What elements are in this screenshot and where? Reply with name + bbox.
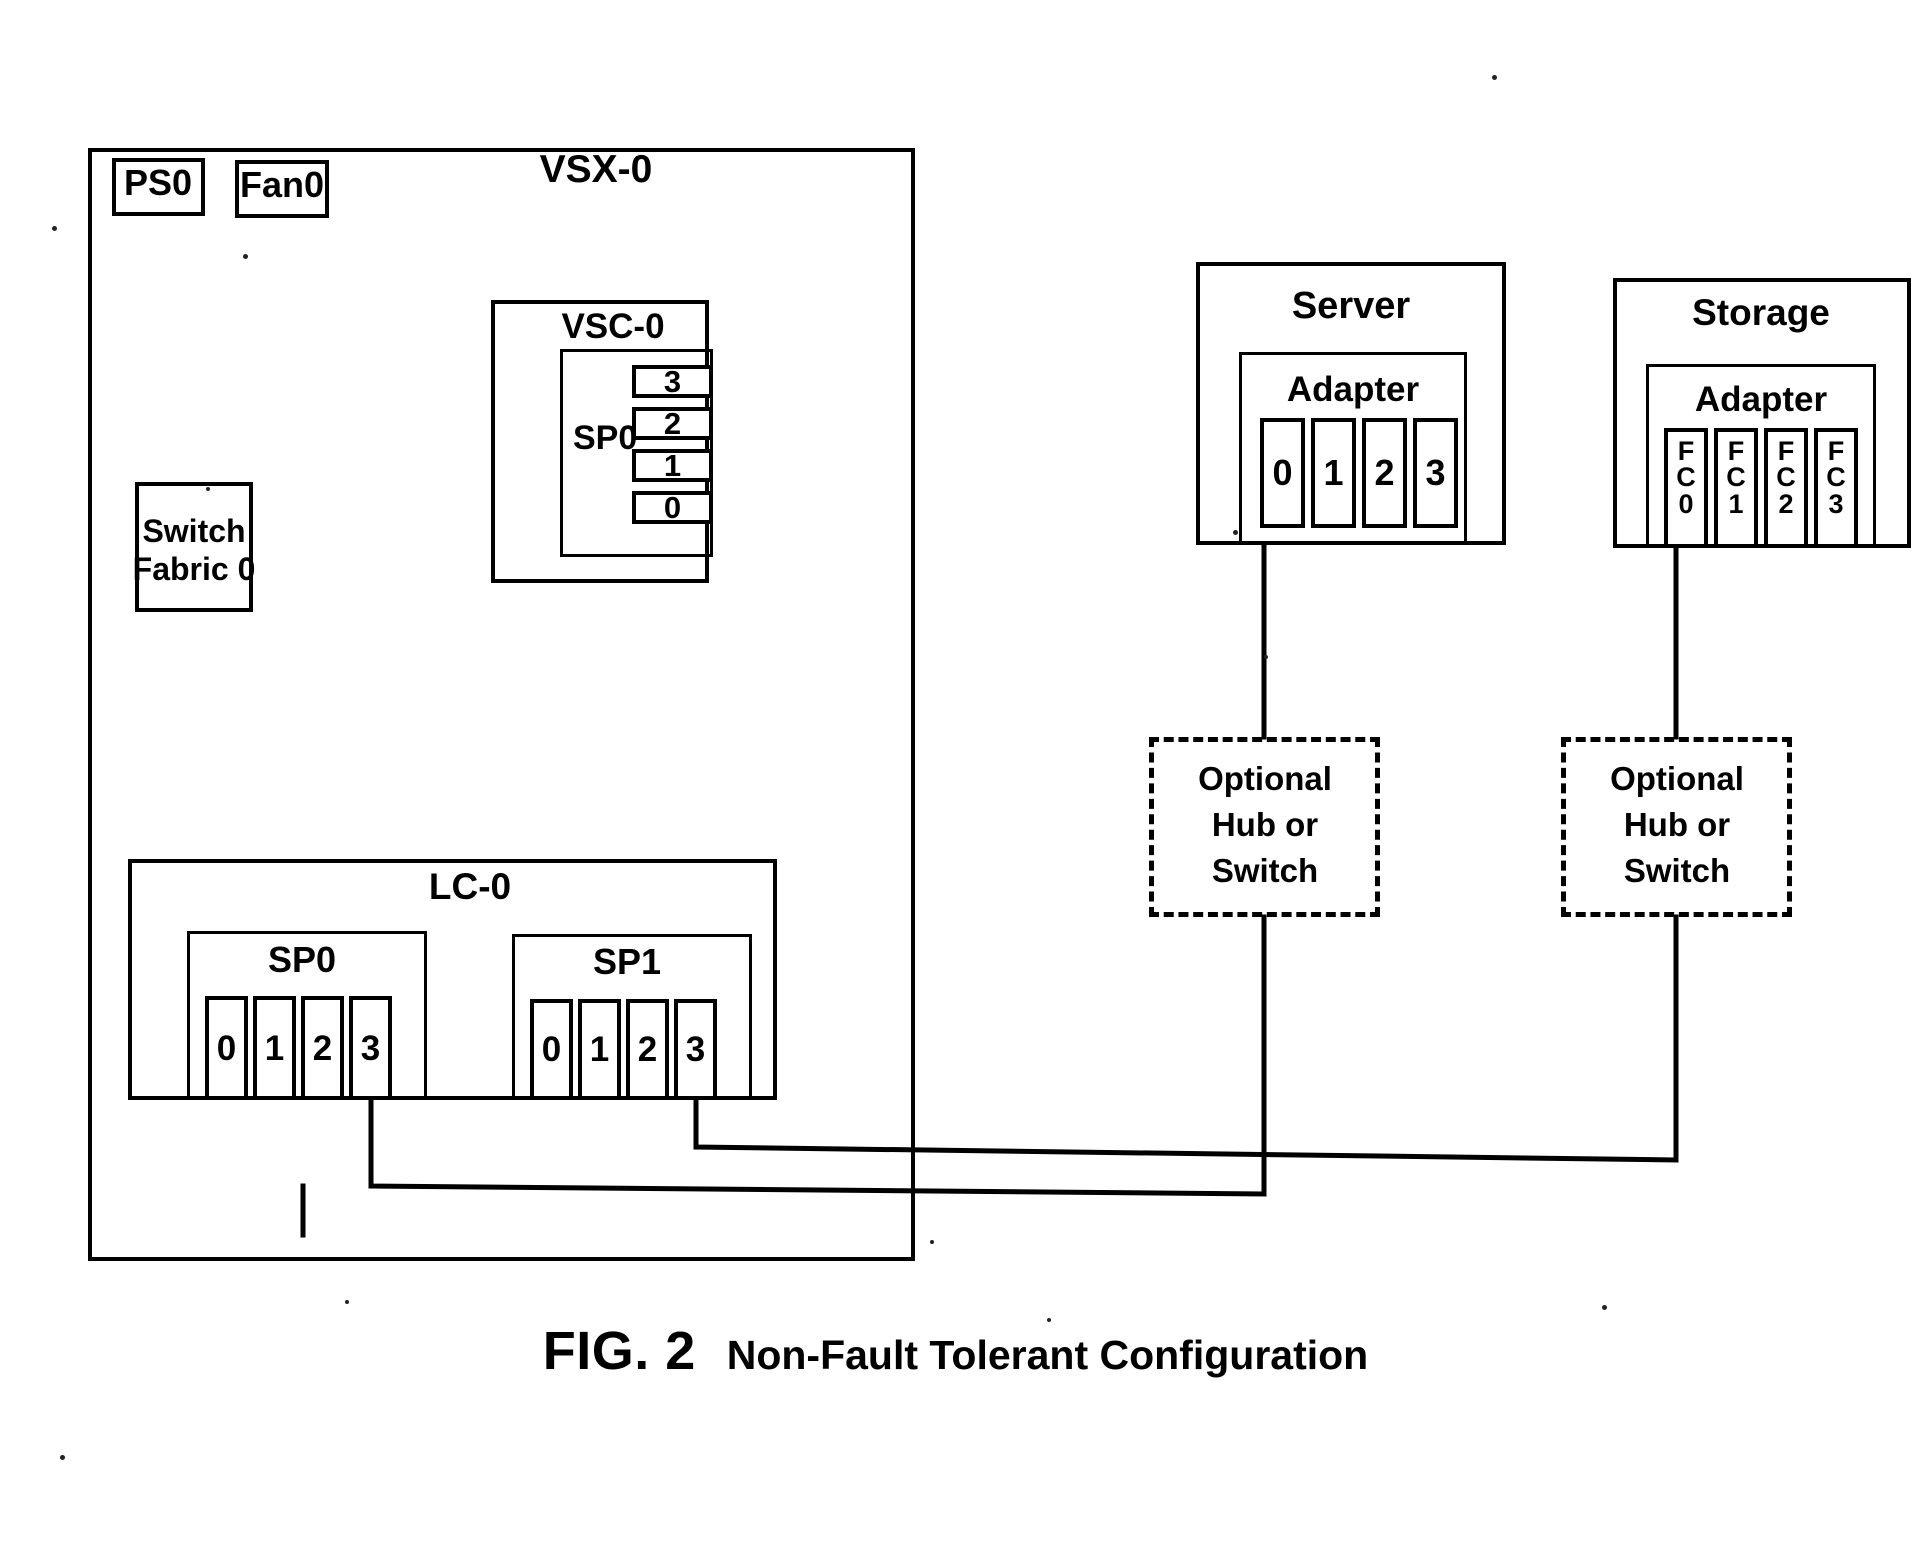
lc-sp1-label: SP1 — [592, 941, 662, 982]
vsc-sp0-port-label: 3 — [663, 364, 682, 399]
storage-adapter-port[interactable]: F C 3 — [1814, 428, 1858, 548]
lc-sp0-port-label: 0 — [216, 1028, 237, 1068]
storage-adapter-port[interactable]: F C 0 — [1664, 428, 1708, 548]
lc-sp1-port-label: 3 — [685, 1030, 706, 1069]
storage-adapter-port-line: F — [1777, 436, 1795, 466]
fan-label: Fan0 — [239, 164, 325, 205]
lc-sp1-port-label: 1 — [589, 1030, 610, 1069]
storage-adapter-label: Adapter — [1694, 380, 1828, 419]
storage-adapter-port-line: C — [1776, 462, 1796, 493]
server-adapter-port[interactable]: 0 — [1260, 418, 1305, 528]
lc-sp0-port-label: 2 — [312, 1028, 333, 1068]
lc-sp1-port-label: 2 — [637, 1030, 658, 1069]
server-adapter-label: Adapter — [1286, 370, 1420, 409]
storage-adapter-port[interactable]: F C 2 — [1764, 428, 1808, 548]
optional-hub-label-line2: Hub or — [1211, 806, 1319, 843]
lc-sp0-label: SP0 — [267, 939, 337, 980]
scan-speck — [243, 254, 248, 259]
storage-adapter-port[interactable]: F C 1 — [1714, 428, 1758, 548]
optional-hub-label-line2: Hub or — [1623, 806, 1731, 843]
lc-sp0-port[interactable]: 1 — [253, 996, 296, 1100]
power-supply-label: PS0 — [123, 162, 193, 203]
scan-speck — [345, 1300, 349, 1304]
switch-fabric-label-line1: Switch — [142, 513, 246, 549]
lc-label: LC-0 — [428, 866, 512, 907]
scan-speck — [930, 1240, 934, 1244]
storage-adapter-port-line: 1 — [1728, 488, 1744, 519]
figure-canvas: VSX-0 PS0 Fan0 Switch Fabric 0 VSC-0 SP0… — [0, 0, 1911, 1543]
storage-label: Storage — [1692, 292, 1830, 333]
scan-speck — [1492, 75, 1497, 80]
optional-hub-label-line3: Switch — [1623, 852, 1731, 889]
storage-adapter-port-line: C — [1826, 462, 1846, 493]
vsc-sp0-port[interactable]: 2 — [632, 407, 713, 440]
server-adapter-port[interactable]: 2 — [1362, 418, 1407, 528]
lc-sp1-port[interactable]: 1 — [578, 999, 621, 1100]
server-adapter-port[interactable]: 3 — [1413, 418, 1458, 528]
scan-speck — [206, 487, 210, 491]
server-adapter-port-label: 0 — [1272, 452, 1293, 493]
optional-hub-label-line1: Optional — [1610, 760, 1744, 797]
storage-adapter-port-line: 0 — [1678, 488, 1694, 519]
server-label: Server — [1291, 285, 1411, 327]
server-adapter-port[interactable]: 1 — [1311, 418, 1356, 528]
switch-fabric-label-line2: Fabric 0 — [132, 551, 256, 587]
scan-speck — [1047, 1318, 1051, 1322]
lc-sp0-port[interactable]: 0 — [205, 996, 248, 1100]
vsc-sp0-port-label: 1 — [663, 448, 682, 483]
storage-adapter-port-line: F — [1727, 436, 1745, 466]
vsc-sp0-port[interactable]: 0 — [632, 491, 713, 524]
optional-hub-label-line1: Optional — [1198, 760, 1332, 797]
storage-adapter-port-line: C — [1726, 462, 1746, 493]
lc-sp0-port[interactable]: 2 — [301, 996, 344, 1100]
vsc-sp0-port-label: 0 — [663, 490, 682, 525]
vsc-sp0-port[interactable]: 3 — [632, 365, 713, 398]
lc-sp1-port[interactable]: 3 — [674, 999, 717, 1100]
optional-hub-label-line3: Switch — [1211, 852, 1319, 889]
figure-title: Non-Fault Tolerant Configuration — [726, 1332, 1369, 1378]
lc-sp0-port-label: 1 — [264, 1028, 285, 1068]
scan-speck — [1264, 655, 1268, 659]
lc-sp0-port[interactable]: 3 — [349, 996, 392, 1100]
lc-sp1-port-label: 0 — [541, 1030, 562, 1069]
lc-sp0-port-label: 3 — [360, 1028, 381, 1068]
scan-speck — [60, 1455, 65, 1460]
storage-adapter-port-line: 2 — [1778, 488, 1794, 519]
storage-adapter-port-line: 3 — [1828, 488, 1844, 519]
vsc-label: VSC-0 — [561, 307, 665, 346]
server-adapter-port-label: 1 — [1323, 452, 1344, 493]
figure-number: FIG. 2 — [542, 1321, 696, 1381]
storage-adapter-port-line: C — [1676, 462, 1696, 493]
vsx-chassis-label: VSX-0 — [539, 148, 653, 191]
vsc-sp0-port[interactable]: 1 — [632, 449, 713, 482]
vsc-sp0-port-label: 2 — [663, 406, 682, 441]
lc-sp1-port[interactable]: 2 — [626, 999, 669, 1100]
server-adapter-port-label: 3 — [1425, 452, 1446, 493]
server-adapter-port-label: 2 — [1374, 452, 1395, 493]
scan-speck — [52, 226, 57, 231]
lc-sp1-port[interactable]: 0 — [530, 999, 573, 1100]
storage-adapter-port-line: F — [1677, 436, 1695, 466]
vsc-sp0-label: SP0 — [573, 419, 638, 457]
scan-speck — [1602, 1305, 1607, 1310]
storage-adapter-port-line: F — [1827, 436, 1845, 466]
scan-speck — [1233, 530, 1238, 535]
figure-caption: FIG. 2 Non-Fault Tolerant Configuration — [0, 1320, 1911, 1382]
